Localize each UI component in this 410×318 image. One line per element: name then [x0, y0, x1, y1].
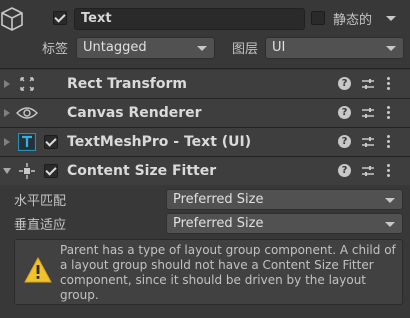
help-icon[interactable]: ? — [338, 135, 351, 148]
horizontal-fit-dropdown[interactable]: Preferred Size — [166, 189, 403, 210]
component-header-content-size-fitter[interactable]: Content Size Fitter ? — [0, 157, 410, 185]
component-header-canvas-renderer[interactable]: Canvas Renderer ? — [0, 99, 410, 127]
chevron-down-icon — [385, 198, 395, 203]
chevron-down-icon — [385, 222, 395, 227]
static-dropdown-arrow[interactable] — [386, 16, 396, 21]
warning-helpbox: Parent has a type of layout group compon… — [14, 239, 403, 305]
content-size-fitter-icon — [19, 163, 35, 179]
warning-icon — [24, 257, 52, 283]
gameobject-name-field[interactable]: Text — [74, 8, 305, 30]
gameobject-cube-icon — [1, 7, 23, 31]
chevron-down-icon — [386, 46, 396, 51]
header-divider — [0, 68, 410, 69]
rect-transform-icon — [20, 77, 34, 91]
component-enabled-toggle[interactable] — [44, 135, 58, 149]
help-icon[interactable]: ? — [338, 77, 351, 90]
eye-icon — [16, 107, 38, 119]
component-title: Rect Transform — [67, 76, 188, 92]
vertical-fit-dropdown[interactable]: Preferred Size — [166, 213, 403, 234]
foldout-arrow-icon[interactable] — [4, 138, 10, 146]
vertical-fit-label: 垂直适应 — [14, 218, 67, 233]
component-header-textmeshpro[interactable]: TextMeshPro - Text (UI) ? — [0, 128, 410, 156]
horizontal-fit-value: Preferred Size — [173, 192, 264, 207]
vertical-fit-value: Preferred Size — [173, 216, 264, 231]
tag-value: Untagged — [83, 40, 147, 55]
component-title: Content Size Fitter — [67, 163, 217, 179]
component-title: TextMeshPro - Text (UI) — [67, 134, 252, 150]
kebab-menu-icon[interactable] — [386, 164, 390, 178]
layer-dropdown[interactable]: UI — [265, 37, 404, 59]
kebab-menu-icon[interactable] — [386, 106, 390, 120]
presets-icon[interactable] — [361, 77, 375, 91]
kebab-menu-icon[interactable] — [386, 77, 390, 91]
warning-message: Parent has a type of layout group compon… — [60, 243, 396, 302]
horizontal-fit-label: 水平匹配 — [14, 194, 67, 209]
help-icon[interactable]: ? — [338, 164, 351, 177]
presets-icon[interactable] — [361, 135, 375, 149]
component-header-rect-transform[interactable]: Rect Transform ? — [0, 70, 410, 98]
layer-label: 图层 — [232, 42, 259, 57]
layer-value: UI — [272, 40, 286, 55]
component-title: Canvas Renderer — [67, 105, 202, 121]
chevron-down-icon — [197, 46, 207, 51]
foldout-arrow-icon[interactable] — [4, 109, 10, 117]
tag-dropdown[interactable]: Untagged — [76, 37, 215, 59]
foldout-arrow-icon[interactable] — [4, 80, 10, 88]
component-enabled-toggle[interactable] — [44, 164, 58, 178]
textmeshpro-icon — [18, 133, 36, 151]
active-toggle[interactable] — [53, 11, 67, 25]
presets-icon[interactable] — [361, 106, 375, 120]
help-icon[interactable]: ? — [338, 106, 351, 119]
presets-icon[interactable] — [361, 164, 375, 178]
static-label: 静态的 — [333, 13, 373, 28]
kebab-menu-icon[interactable] — [386, 135, 390, 149]
static-toggle[interactable] — [311, 11, 325, 25]
foldout-arrow-icon[interactable] — [3, 168, 11, 174]
tag-label: 标签 — [42, 42, 69, 57]
